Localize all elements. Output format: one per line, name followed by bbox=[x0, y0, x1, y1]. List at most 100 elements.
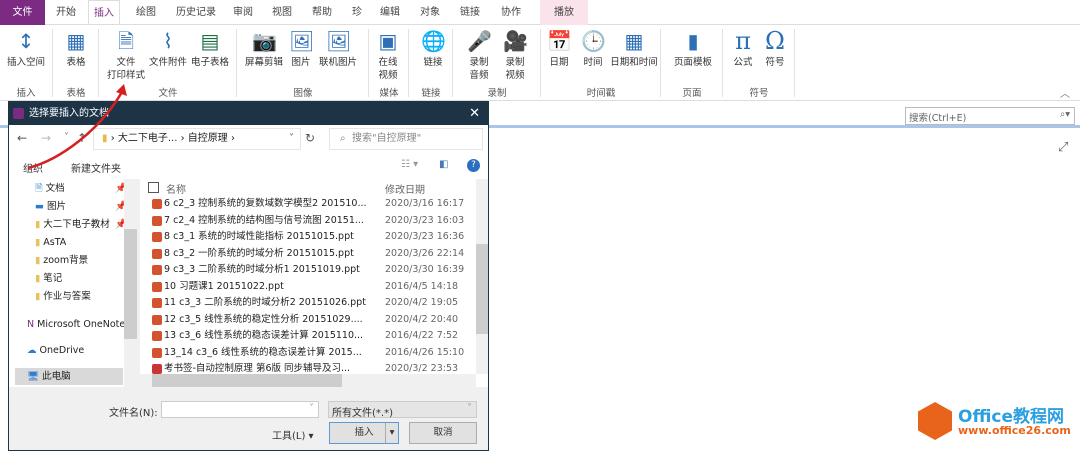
online-video-label: 在线 视频 bbox=[378, 57, 398, 81]
file-name: 7 c2_4 控制系统的结构图与信号流图 20151... bbox=[164, 214, 364, 226]
screen-clipping-label: 屏幕剪辑 bbox=[244, 57, 283, 68]
column-header-date[interactable]: 修改日期 bbox=[385, 181, 425, 196]
online-picture-button[interactable]: 🖼 联机图片 bbox=[316, 29, 360, 69]
tab-12[interactable]: 协作 bbox=[492, 0, 530, 25]
symbol-button[interactable]: Ω 符号 bbox=[760, 29, 790, 69]
nav-item[interactable]: ☁ OneDrive bbox=[27, 342, 84, 359]
tools-button[interactable]: 工具(L) ▾ bbox=[272, 427, 314, 442]
nav-scrollbar[interactable] bbox=[124, 179, 137, 387]
insert-dropdown-icon[interactable]: ▾ bbox=[385, 423, 398, 443]
collapse-ribbon-icon[interactable]: ︿ bbox=[1060, 85, 1070, 100]
folder-icon: ▮ bbox=[35, 237, 44, 248]
tab-11[interactable]: 链接 bbox=[452, 0, 488, 25]
cancel-label: 取消 bbox=[433, 427, 453, 438]
ppt-file-icon bbox=[152, 298, 162, 308]
tab-9[interactable]: 编辑 bbox=[372, 0, 408, 25]
link-button[interactable]: 🌐 链接 bbox=[416, 29, 450, 69]
file-row[interactable]: 12 c3_5 线性系统的稳定性分析 20151029.... 2020/4/2 … bbox=[140, 312, 470, 329]
nav-item[interactable]: ▮ AsTA bbox=[35, 234, 66, 251]
tab-8[interactable]: 珍 bbox=[344, 0, 370, 25]
table-button[interactable]: ▦ 表格 bbox=[58, 29, 94, 69]
record-video-label: 录制 视频 bbox=[505, 57, 525, 81]
horizontal-scrollbar[interactable] bbox=[140, 374, 476, 387]
file-date: 2016/4/26 15:10 bbox=[385, 346, 465, 358]
file-row[interactable]: 6 c2_3 控制系统的复数域数学模型2 201510... 2020/3/16 … bbox=[140, 196, 470, 213]
file-row[interactable]: 10 习题课1 20151022.ppt 2016/4/5 14:18 bbox=[140, 279, 470, 296]
preview-pane-icon[interactable]: ◧ bbox=[439, 159, 448, 170]
file-row[interactable]: 8 c3_1 系统的时域性能指标 20151015.ppt 2020/3/23 1… bbox=[140, 229, 470, 246]
online-video-button[interactable]: ▣ 在线 视频 bbox=[372, 29, 404, 82]
search-input[interactable]: 搜索(Ctrl+E) ⌕▾ bbox=[905, 107, 1075, 125]
file-row[interactable]: 13_14 c3_6 线性系统的稳态误差计算 2015... 2016/4/26 … bbox=[140, 345, 470, 362]
nav-item[interactable]: 🖥 此电脑 bbox=[15, 368, 123, 385]
nav-item[interactable]: 🗎 文档 📌 bbox=[35, 180, 127, 197]
refresh-icon[interactable]: ↻ bbox=[305, 131, 315, 145]
tab-2[interactable]: 插入 bbox=[88, 0, 120, 26]
nav-item-label: zoom背景 bbox=[43, 255, 89, 266]
date-time-button[interactable]: ▦ 日期和时间 bbox=[608, 29, 660, 69]
nav-item[interactable]: ▮ 笔记 bbox=[35, 270, 62, 287]
file-printout-button[interactable]: 🗎 文件 打印样式 bbox=[104, 29, 148, 82]
select-all-checkbox[interactable] bbox=[148, 182, 159, 193]
file-row[interactable]: 7 c2_4 控制系统的结构图与信号流图 20151... 2020/3/23 1… bbox=[140, 213, 470, 230]
ribbon: ↕ 插入空间 ▦ 表格 🗎 文件 打印样式 ⌇ 文件附件 ▤ 电子表格 📷 屏幕剪辑 🖼 图片 🖼 联机图片 ▣… bbox=[0, 25, 1080, 101]
picture-label: 图片 bbox=[291, 57, 311, 68]
file-row[interactable]: 9 c3_3 二阶系统的时域分析1 20151019.ppt 2020/3/30 … bbox=[140, 262, 470, 279]
nav-item[interactable]: ▮ 作业与答案 bbox=[35, 288, 91, 305]
folder-icon: ▮ bbox=[35, 273, 44, 284]
tab-13[interactable]: 播放 bbox=[540, 0, 588, 25]
file-type-select[interactable]: 所有文件(*.*) ˅ bbox=[328, 401, 477, 419]
page-template-icon: ▮ bbox=[687, 29, 699, 53]
file-attachment-button[interactable]: ⌇ 文件附件 bbox=[148, 29, 188, 69]
group-label: 时间戳 bbox=[586, 88, 616, 99]
equation-button[interactable]: π 公式 bbox=[728, 29, 758, 69]
tab-3[interactable]: 绘图 bbox=[128, 0, 164, 25]
search-icon[interactable]: ⌕▾ bbox=[1060, 109, 1070, 120]
nav-item-label: 图片 bbox=[47, 201, 67, 212]
filename-label: 文件名(N): bbox=[109, 408, 158, 419]
expand-icon[interactable]: ⤢ bbox=[1058, 140, 1068, 155]
tab-1[interactable]: 开始 bbox=[48, 0, 84, 25]
nav-item[interactable]: ▮ 大二下电子教材 📌 bbox=[35, 216, 127, 233]
tab-0[interactable]: 文件 bbox=[0, 0, 45, 25]
file-name: 12 c3_5 线性系统的稳定性分析 20151029.... bbox=[164, 313, 363, 325]
date-time-label: 日期和时间 bbox=[610, 57, 658, 68]
page-template-button[interactable]: ▮ 页面模板 bbox=[670, 29, 716, 69]
tab-10[interactable]: 对象 bbox=[412, 0, 448, 25]
screen-clipping-button[interactable]: 📷 屏幕剪辑 bbox=[240, 29, 288, 69]
close-icon[interactable]: ✕ bbox=[469, 102, 480, 125]
time-button[interactable]: 🕒 时间 bbox=[578, 29, 608, 69]
help-icon[interactable]: ? bbox=[467, 159, 480, 172]
spreadsheet-button[interactable]: ▤ 电子表格 bbox=[190, 29, 230, 69]
nav-item-label: 文档 bbox=[45, 183, 65, 194]
picture-button[interactable]: 🖼 图片 bbox=[288, 29, 314, 69]
column-header-name[interactable]: 名称 bbox=[166, 181, 186, 196]
nav-item[interactable]: N Microsoft OneNote bbox=[27, 316, 125, 333]
file-row[interactable]: 8 c3_2 一阶系统的时域分析 20151015.ppt 2020/3/26 2… bbox=[140, 246, 470, 263]
tab-6[interactable]: 视图 bbox=[264, 0, 300, 25]
nav-item[interactable]: ▬ 图片 📌 bbox=[35, 198, 127, 215]
tab-7[interactable]: 帮助 bbox=[304, 0, 340, 25]
nav-item[interactable]: ▮ zoom背景 bbox=[35, 252, 88, 269]
date-button[interactable]: 📅 日期 bbox=[544, 29, 574, 69]
record-video-button[interactable]: 🎥 录制 视频 bbox=[500, 29, 530, 82]
folder-search-input[interactable]: ⌕ 搜索"自控原理" bbox=[329, 128, 483, 150]
list-scrollbar[interactable] bbox=[476, 179, 488, 374]
record-audio-button[interactable]: 🎤 录制 音频 bbox=[464, 29, 494, 82]
link-label: 链接 bbox=[423, 57, 443, 68]
tab-5[interactable]: 审阅 bbox=[226, 0, 260, 25]
breadcrumb-item[interactable]: 自控原理 bbox=[188, 133, 228, 144]
cancel-button[interactable]: 取消 bbox=[409, 422, 477, 444]
view-icon[interactable]: ☷ ▾ bbox=[401, 159, 418, 170]
filename-input[interactable]: ˅ bbox=[161, 401, 319, 418]
tab-4[interactable]: 历史记录 bbox=[168, 0, 224, 25]
file-name: 11 c3_3 二阶系统的时域分析2 20151026.ppt bbox=[164, 297, 366, 308]
insert-space-button[interactable]: ↕ 插入空间 bbox=[4, 29, 48, 69]
file-row[interactable]: 11 c3_3 二阶系统的时域分析2 20151026.ppt 2020/4/2 … bbox=[140, 295, 470, 312]
chevron-down-icon[interactable]: ˅ bbox=[289, 129, 294, 149]
file-row[interactable]: 13 c3_6 线性系统的稳态误差计算 2015110... 2016/4/22 … bbox=[140, 328, 470, 345]
picture-icon: 🖼 bbox=[289, 29, 315, 53]
insert-label: 插入 bbox=[354, 427, 374, 438]
file-date: 2020/3/26 22:14 bbox=[385, 247, 465, 259]
insert-button[interactable]: 插入 ▾ bbox=[329, 422, 399, 444]
